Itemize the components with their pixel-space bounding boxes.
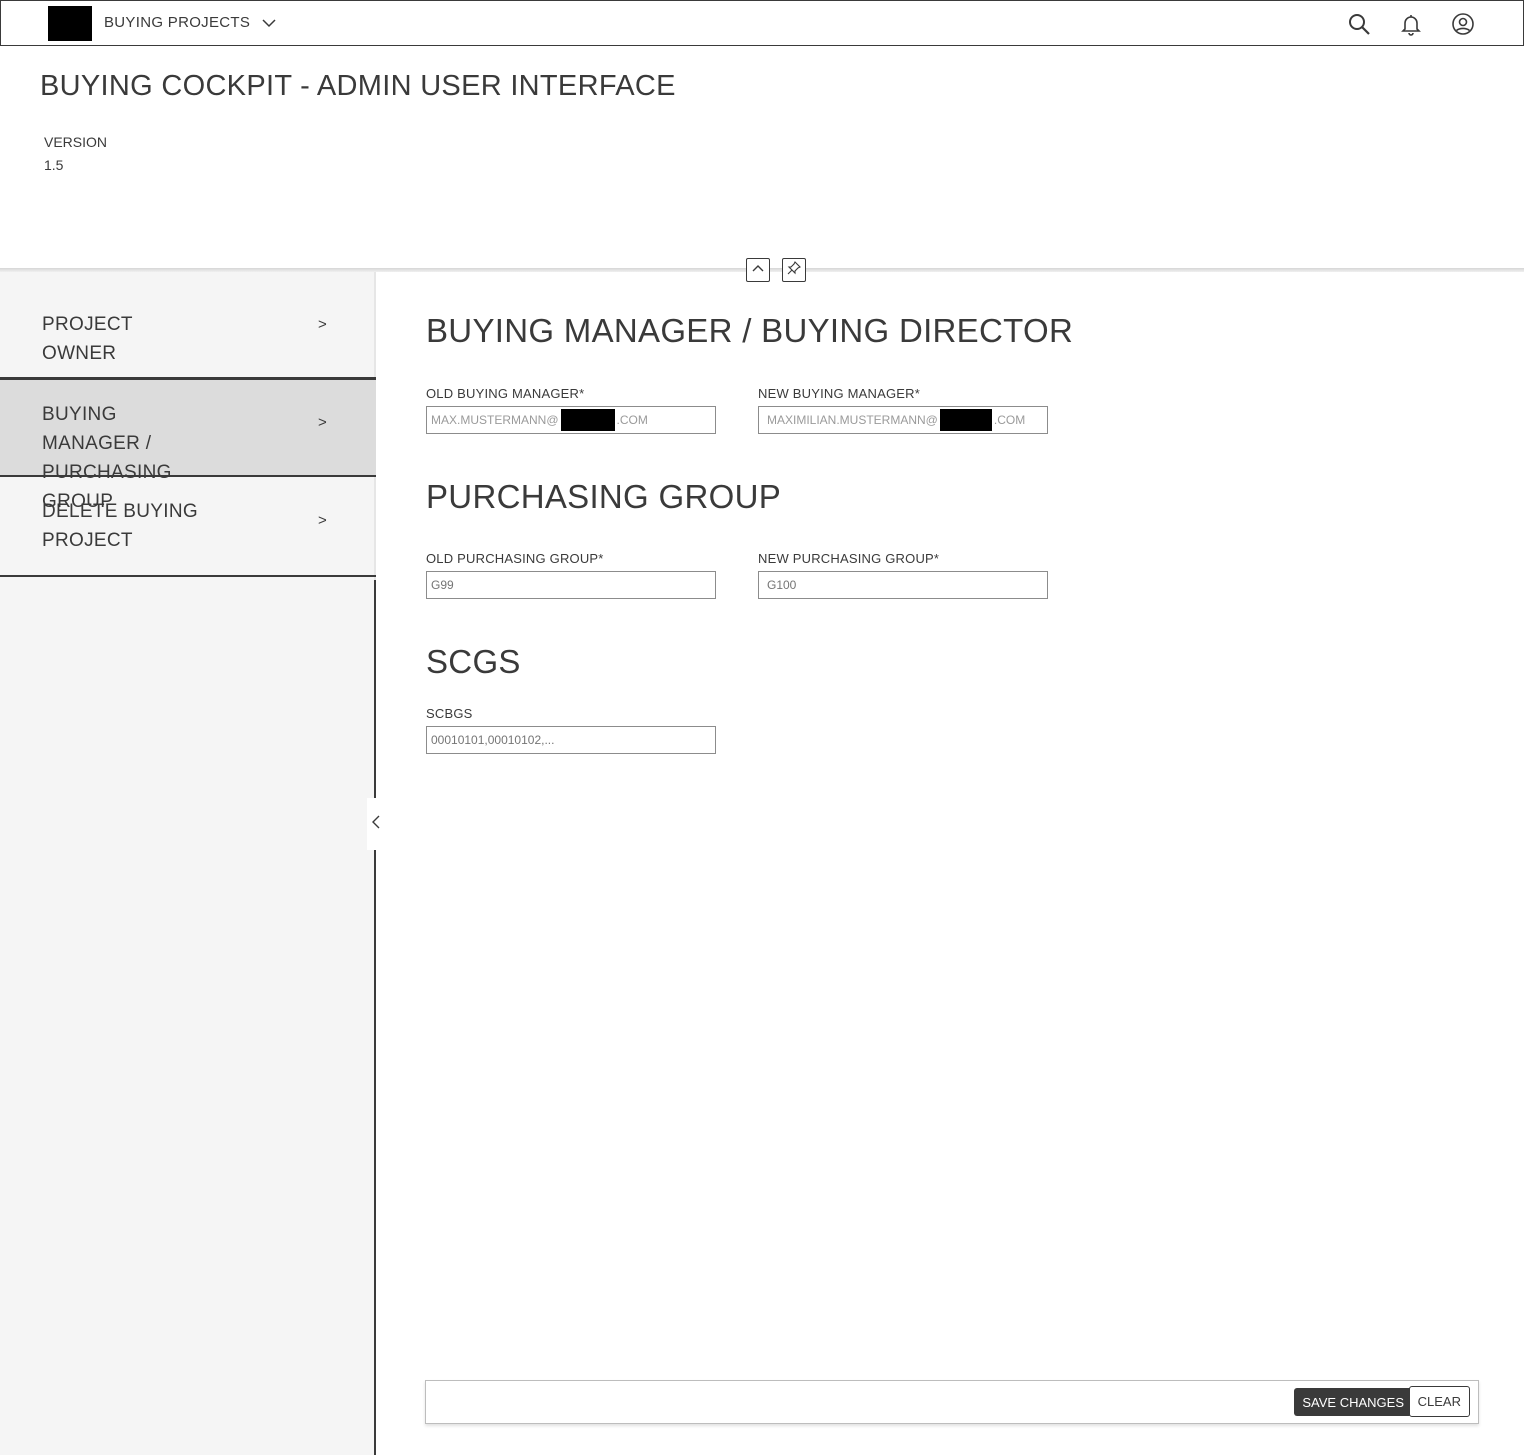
app-name: BUYING PROJECTS (104, 14, 251, 31)
sidebar-item-delete-project[interactable]: DELETE BUYING PROJECT > (0, 477, 376, 577)
sidebar-item-label: DELETE BUYING PROJECT (42, 501, 198, 551)
version-label: VERSION (44, 134, 108, 150)
clear-button[interactable]: CLEAR (1408, 1386, 1470, 1417)
sidebar: PROJECT OWNER > BUYING MANAGER / PURCHAS… (0, 272, 376, 1455)
placeholder-text: .COM (993, 413, 1026, 427)
chevron-left-icon (371, 814, 381, 835)
app-switcher[interactable]: BUYING PROJECTS (104, 14, 276, 31)
placeholder-text: MAX.MUSTERMANN@ (431, 413, 559, 427)
old-purchasing-group-label: OLD PURCHASING GROUP* (426, 551, 604, 566)
sidebar-item-buying-manager[interactable]: BUYING MANAGER / PURCHASING GROUP > (0, 378, 376, 512)
section-title-scgs: SCGS (426, 643, 521, 680)
new-buying-manager-input[interactable]: MAXIMILIAN.MUSTERMANN@ .COM (758, 406, 1048, 434)
sidebar-item-arrow: > (318, 512, 327, 529)
collapse-sidebar-button[interactable] (367, 798, 385, 850)
shell-bar: BUYING PROJECTS (0, 0, 1524, 46)
new-buying-manager-label: NEW BUYING MANAGER* (758, 386, 920, 401)
bell-icon[interactable] (1399, 12, 1423, 36)
new-purchasing-group-input[interactable] (758, 571, 1048, 599)
scbgs-input[interactable] (426, 726, 716, 754)
pin-icon (787, 260, 801, 280)
old-buying-manager-input[interactable]: MAX.MUSTERMANN@ .COM (426, 406, 716, 434)
search-icon[interactable] (1347, 12, 1371, 36)
section-title-buying-manager: BUYING MANAGER / BUYING DIRECTOR (426, 312, 1074, 349)
scbgs-label: SCBGS (426, 706, 473, 721)
redaction-block (560, 409, 615, 431)
sidebar-item-arrow: > (318, 414, 327, 431)
collapse-header-button[interactable] (746, 258, 770, 282)
chevron-up-icon (751, 261, 765, 280)
old-buying-manager-label: OLD BUYING MANAGER* (426, 386, 585, 401)
sidebar-item-project-owner[interactable]: PROJECT OWNER > (0, 272, 376, 379)
version-value: 1.5 (44, 157, 64, 173)
footer-toolbar: SAVE CHANGES CLEAR (425, 1380, 1479, 1424)
user-circle-icon[interactable] (1451, 12, 1475, 36)
page-title: BUYING COCKPIT - ADMIN USER INTERFACE (40, 70, 676, 102)
save-changes-button[interactable]: SAVE CHANGES (1294, 1388, 1412, 1416)
placeholder-text: MAXIMILIAN.MUSTERMANN@ (767, 413, 938, 427)
pin-header-button[interactable] (782, 258, 806, 282)
section-title-purchasing-group: PURCHASING GROUP (426, 478, 782, 515)
placeholder-text: .COM (616, 413, 648, 427)
sidebar-item-arrow: > (318, 316, 327, 333)
sidebar-item-label: PROJECT OWNER (42, 314, 133, 364)
chevron-down-icon (262, 16, 276, 30)
redaction-block (939, 409, 992, 431)
company-logo[interactable] (48, 6, 92, 41)
old-purchasing-group-input[interactable] (426, 571, 716, 599)
sidebar-border (374, 580, 376, 1455)
new-purchasing-group-label: NEW PURCHASING GROUP* (758, 551, 940, 566)
